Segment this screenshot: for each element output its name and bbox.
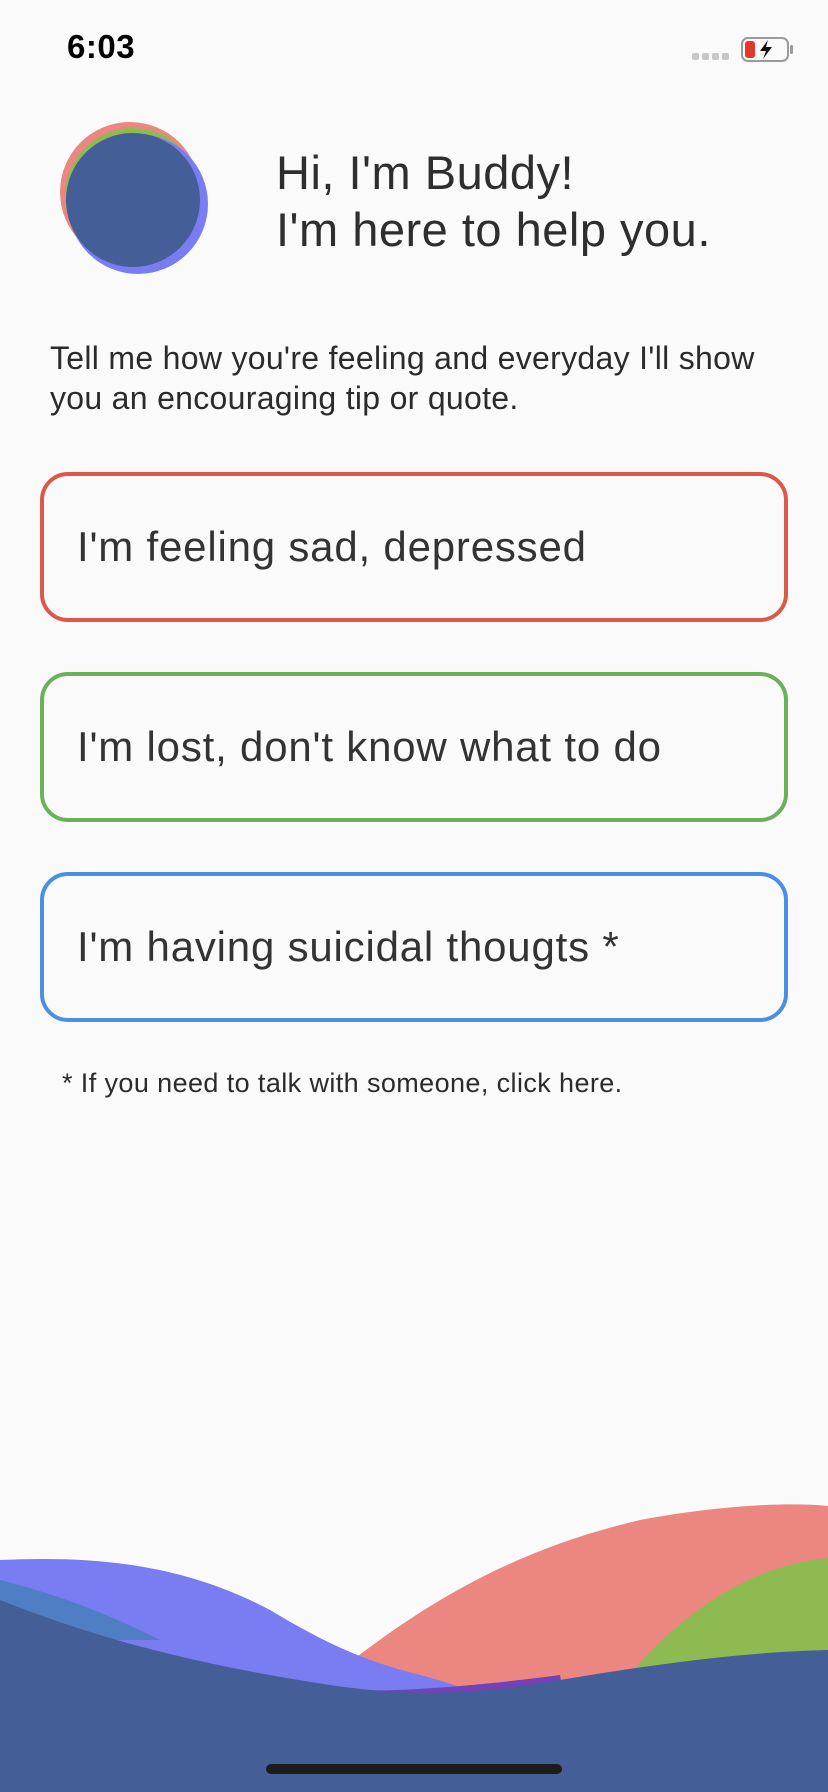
- cellular-signal-icon: [692, 53, 730, 61]
- greeting-line-2: I'm here to help you.: [276, 203, 711, 256]
- feeling-lost-label: I'm lost, don't know what to do: [77, 723, 662, 770]
- feeling-sad-label: I'm feeling sad, depressed: [77, 523, 587, 570]
- buddy-avatar-icon: [60, 122, 208, 274]
- help-footnote-link[interactable]: * If you need to talk with someone, clic…: [62, 1068, 623, 1099]
- intro-text: Tell me how you're feeling and everyday …: [50, 340, 755, 416]
- feeling-lost-button[interactable]: I'm lost, don't know what to do: [40, 672, 788, 822]
- status-time: 6:03: [67, 28, 136, 65]
- decorative-waves: [0, 1504, 828, 1792]
- greeting-line-1: Hi, I'm Buddy!: [276, 146, 575, 199]
- battery-charging-icon: [741, 37, 793, 62]
- suicidal-thoughts-button[interactable]: I'm having suicidal thougts *: [40, 872, 788, 1022]
- greeting: Hi, I'm Buddy! I'm here to help you.: [276, 144, 711, 258]
- header: Hi, I'm Buddy! I'm here to help you.: [0, 120, 828, 280]
- status-bar: 6:03: [0, 0, 828, 100]
- home-indicator[interactable]: [266, 1764, 562, 1774]
- feeling-sad-button[interactable]: I'm feeling sad, depressed: [40, 472, 788, 622]
- suicidal-thoughts-label: I'm having suicidal thougts *: [77, 923, 620, 970]
